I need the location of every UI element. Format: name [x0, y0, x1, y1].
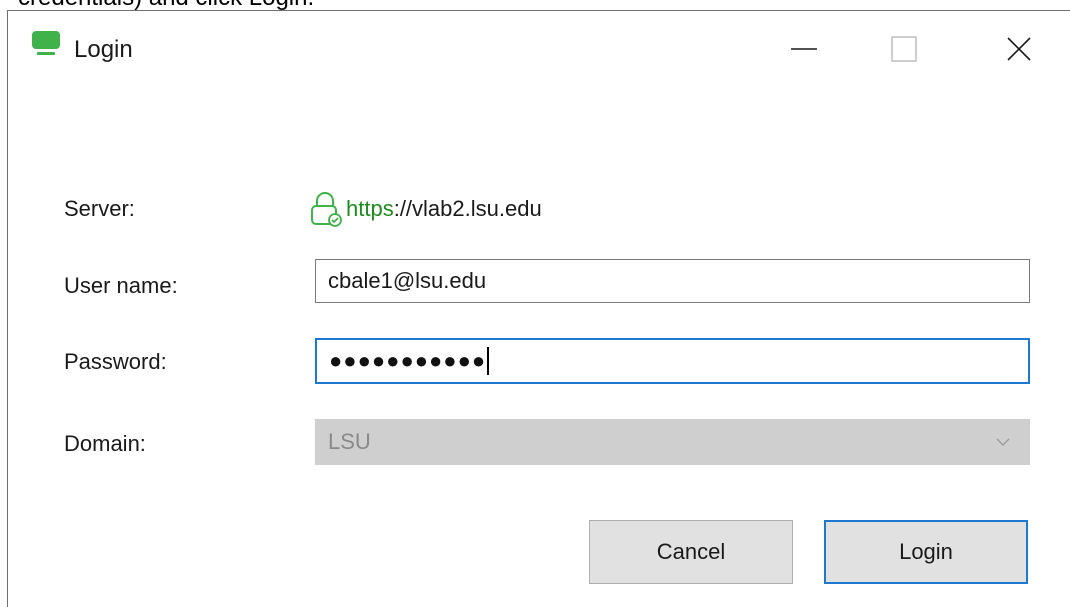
server-scheme: https	[346, 196, 394, 221]
server-address: https://vlab2.lsu.edu	[308, 191, 542, 227]
domain-selected-value: LSU	[328, 429, 371, 454]
server-host: ://vlab2.lsu.edu	[393, 196, 542, 221]
title-bar[interactable]: Login	[8, 11, 1070, 95]
password-input[interactable]: ●●●●●●●●●●●	[315, 338, 1030, 384]
login-button[interactable]: Login	[824, 520, 1028, 584]
username-input[interactable]	[315, 259, 1030, 303]
cancel-button[interactable]: Cancel	[589, 520, 793, 584]
text-caret	[487, 347, 490, 375]
maximize-button[interactable]	[868, 23, 940, 75]
chevron-down-icon	[996, 438, 1010, 446]
server-label: Server:	[64, 196, 135, 221]
domain-label: Domain:	[64, 431, 146, 456]
instruction-caption: credentials) and click Login.	[18, 0, 314, 10]
monitor-icon	[32, 31, 60, 55]
username-label: User name:	[64, 273, 178, 298]
domain-select[interactable]: LSU	[315, 419, 1030, 465]
secure-lock-icon	[311, 192, 342, 227]
maximize-icon	[891, 36, 917, 62]
close-icon	[1007, 37, 1031, 61]
window-title: Login	[74, 36, 133, 63]
close-button[interactable]	[983, 23, 1055, 75]
password-masked-value: ●●●●●●●●●●●	[329, 348, 487, 373]
password-label: Password:	[64, 349, 167, 374]
login-dialog: Login Server: https://vlab2.lsu.edu Use…	[7, 10, 1070, 607]
minimize-icon	[791, 48, 817, 50]
minimize-button[interactable]	[768, 23, 840, 75]
